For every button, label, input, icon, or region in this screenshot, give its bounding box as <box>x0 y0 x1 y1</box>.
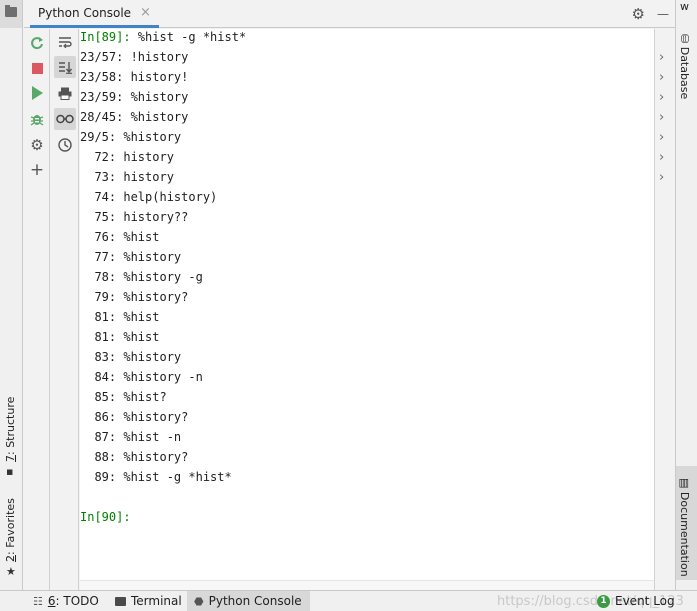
variables-gutter: › › › › › › › <box>654 29 674 590</box>
console-lines: In[89]: %hist -g *hist* 23/57: !history 2… <box>80 29 246 527</box>
history-line: 79: %history? <box>80 290 189 304</box>
history-line: 23/59: %history <box>80 90 189 104</box>
history-line: 29/5: %history <box>80 130 182 144</box>
history-line: 83: %history <box>80 350 182 364</box>
list-icon: ☷ <box>33 594 43 608</box>
soft-wrap-icon <box>59 37 72 48</box>
minimize-icon[interactable]: — <box>657 5 669 23</box>
database-icon: ⛁ <box>678 34 691 47</box>
soft-wrap-button[interactable] <box>54 31 76 53</box>
history-line: 74: help(history) <box>80 190 218 204</box>
history-line: 78: %history -g <box>80 270 203 284</box>
run-icon <box>31 86 43 100</box>
glasses-icon <box>56 114 74 124</box>
chevron-right-icon[interactable]: › <box>659 151 664 165</box>
terminal-icon <box>115 596 126 606</box>
event-log-button[interactable]: 1 Event Log <box>590 591 682 611</box>
history-button[interactable] <box>54 134 76 156</box>
close-icon[interactable]: × <box>140 5 151 20</box>
history-line: 23/57: !history <box>80 50 189 64</box>
documentation-icon: ▤ <box>678 478 691 492</box>
history-line: 75: history?? <box>80 210 189 224</box>
history-line: 28/45: %history <box>80 110 189 124</box>
history-line: 77: %history <box>80 250 182 264</box>
command-line: In[89]: %hist -g *hist* <box>80 29 246 47</box>
scroll-to-end-icon <box>59 61 72 74</box>
folder-icon <box>5 5 17 17</box>
console-settings-button[interactable]: ⚙ <box>27 135 47 155</box>
command-text: %hist -g *hist* <box>130 30 247 44</box>
view-tab-fragment[interactable]: w <box>680 0 689 13</box>
tab-python-console[interactable]: Python Console × <box>30 0 159 28</box>
input-prompt: In[89]: <box>80 30 131 44</box>
history-line: 85: %hist? <box>80 390 167 404</box>
chevron-right-icon[interactable]: › <box>659 71 664 85</box>
history-line: 23/58: history! <box>80 70 189 84</box>
history-line: 89: %hist -g *hist* <box>80 470 232 484</box>
console-output[interactable]: In[89]: %hist -g *hist* 23/57: !history 2… <box>80 29 654 580</box>
print-button[interactable] <box>54 82 76 104</box>
history-line: 88: %history? <box>80 450 189 464</box>
next-input-line[interactable]: In[90]: <box>80 507 246 527</box>
history-line: 76: %hist <box>80 230 160 244</box>
debug-icon <box>30 115 44 126</box>
database-tool-tab[interactable]: ⛁ Database <box>678 34 691 99</box>
history-line: 87: %hist -n <box>80 430 182 444</box>
history-line: 81: %hist <box>80 310 160 324</box>
new-console-button[interactable]: + <box>27 160 47 180</box>
rerun-icon <box>31 37 43 50</box>
structure-tool-tab[interactable]: 7: Structure <box>4 397 17 462</box>
gear-icon[interactable]: ⚙ <box>632 5 645 23</box>
stop-icon <box>31 62 43 74</box>
chevron-right-icon[interactable]: › <box>659 131 664 145</box>
python-console-tool-button[interactable]: ⬣ Python Console <box>187 591 310 611</box>
history-line: 84: %history -n <box>80 370 203 384</box>
print-icon <box>58 87 72 100</box>
right-tool-stripe: w ⛁ Database ▤ Documentation <box>675 0 697 590</box>
star-icon: ★ <box>6 565 16 578</box>
debug-button[interactable] <box>27 109 47 129</box>
favorites-tool-tab[interactable]: 2: Favorites <box>4 498 17 562</box>
history-line: 81: %hist <box>80 330 160 344</box>
console-view-toolbar <box>51 29 79 590</box>
history-line: 72: history <box>80 150 174 164</box>
structure-icon: ▪ <box>6 465 14 478</box>
project-tool-button[interactable] <box>0 0 22 28</box>
chevron-right-icon[interactable]: › <box>659 111 664 125</box>
tool-window-header: Python Console × ⚙ — <box>24 0 675 28</box>
header-tools: ⚙ — <box>632 5 669 23</box>
left-tool-stripe: 7: Structure ▪ 2: Favorites ★ <box>0 0 23 590</box>
documentation-tool-tab[interactable]: ▤ Documentation <box>678 478 691 577</box>
horizontal-scrollbar[interactable] <box>80 580 654 590</box>
run-button[interactable] <box>27 83 47 103</box>
terminal-tool-button[interactable]: Terminal <box>108 591 189 611</box>
rerun-button[interactable] <box>27 33 47 53</box>
chevron-right-icon[interactable]: › <box>659 91 664 105</box>
status-bar: ☷ 6: TODO Terminal ⬣ Python Console http… <box>0 590 697 611</box>
event-count-badge: 1 <box>597 594 610 608</box>
stop-button[interactable] <box>27 58 47 78</box>
chevron-right-icon[interactable]: › <box>659 51 664 65</box>
input-prompt: In[90]: <box>80 510 131 524</box>
gear-icon: ⚙ <box>30 136 44 154</box>
history-icon <box>58 138 72 152</box>
scroll-to-end-button[interactable] <box>54 56 76 78</box>
tab-label: Python Console <box>38 5 132 20</box>
show-variables-button[interactable] <box>54 108 76 130</box>
plus-icon: + <box>29 160 45 180</box>
history-line: 73: history <box>80 170 174 184</box>
console-action-toolbar: ⚙ + <box>24 29 50 590</box>
python-icon: ⬣ <box>194 594 204 608</box>
todo-tool-button[interactable]: ☷ 6: TODO <box>26 591 106 611</box>
chevron-right-icon[interactable]: › <box>659 171 664 185</box>
history-line: 86: %history? <box>80 410 189 424</box>
